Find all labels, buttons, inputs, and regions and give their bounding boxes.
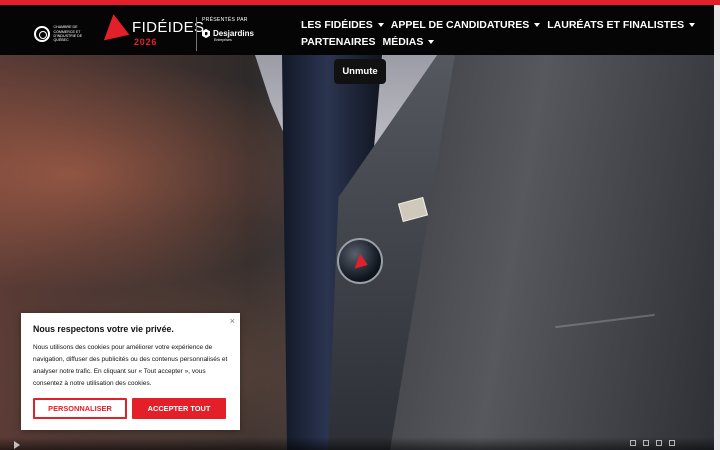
brand-year: 2026 <box>134 37 158 47</box>
desjardins-row: Desjardins <box>202 29 260 38</box>
nav-partenaires-label: PARTENAIRES <box>301 35 376 48</box>
captions-icon[interactable] <box>643 440 649 446</box>
chamber-logo-text: Chambre de commerce et d'industrie de Qu… <box>53 25 83 43</box>
cookie-description: Nous utilisons des cookies pour améliore… <box>33 344 228 387</box>
customize-cookies-button[interactable]: PERSONNALISER <box>33 398 127 419</box>
presented-by-label: PRÉSENTÉS PAR <box>202 17 248 23</box>
nav-laureats-finalistes-label: LAURÉATS ET FINALISTES <box>547 18 685 31</box>
nav-medias[interactable]: MÉDIAS <box>382 35 435 48</box>
scrollbar-gutter[interactable] <box>714 5 720 450</box>
nav-laureats-finalistes[interactable]: LAURÉATS ET FINALISTES <box>547 18 696 31</box>
nav-appel-candidatures-label: APPEL DE CANDIDATURES <box>390 18 530 31</box>
fullscreen-icon[interactable] <box>669 440 675 446</box>
nav-les-fideides[interactable]: LES FIDÉIDES <box>301 19 384 31</box>
cast-icon[interactable] <box>656 440 662 446</box>
chamber-logo-icon <box>34 26 50 42</box>
nav-partenaires[interactable]: PARTENAIRES <box>301 36 375 48</box>
nav-medias-label: MÉDIAS <box>382 35 424 48</box>
fideides-arrow-icon <box>103 14 135 48</box>
close-icon[interactable]: × <box>230 316 235 326</box>
navigation-row-1: LES FIDÉIDES APPEL DE CANDIDATURES LAURÉ… <box>301 16 711 33</box>
site-header: Chambre de commerce et d'industrie de Qu… <box>0 5 714 55</box>
chevron-down-icon <box>428 39 435 44</box>
accept-all-cookies-button[interactable]: ACCEPTER TOUT <box>132 398 226 419</box>
brand-name: FIDÉIDES <box>132 19 205 36</box>
chevron-down-icon <box>534 22 541 27</box>
nav-appel-candidatures[interactable]: APPEL DE CANDIDATURES <box>390 18 541 31</box>
main-navigation: LES FIDÉIDES APPEL DE CANDIDATURES LAURÉ… <box>301 16 711 50</box>
cookie-actions: PERSONNALISER ACCEPTER TOUT <box>33 398 227 419</box>
cookie-consent-banner: × Nous respectons votre vie privée. Nous… <box>21 313 240 430</box>
desjardins-hexagon-icon <box>202 29 210 38</box>
settings-icon[interactable] <box>630 440 636 446</box>
fideides-logo[interactable]: FIDÉIDES 2026 <box>103 14 204 49</box>
logo-divider <box>196 17 197 51</box>
nav-les-fideides-label: LES FIDÉIDES <box>301 18 373 31</box>
chevron-down-icon <box>689 22 696 27</box>
fideides-pin <box>337 238 383 284</box>
unmute-button[interactable]: Unmute <box>334 59 386 84</box>
sponsor-name: Desjardins <box>213 29 254 38</box>
video-controls <box>0 437 714 450</box>
play-icon[interactable] <box>14 441 20 449</box>
chevron-down-icon <box>377 22 384 27</box>
navigation-row-2: PARTENAIRES MÉDIAS <box>301 33 711 50</box>
video-control-icons <box>630 440 700 448</box>
cookie-title: Nous respectons votre vie privée. <box>33 324 174 334</box>
sponsor-subtitle: Entreprises <box>214 38 232 42</box>
chamber-logo[interactable]: Chambre de commerce et d'industrie de Qu… <box>34 20 88 48</box>
sponsor-logo[interactable]: PRÉSENTÉS PAR Desjardins Entreprises <box>202 17 260 53</box>
